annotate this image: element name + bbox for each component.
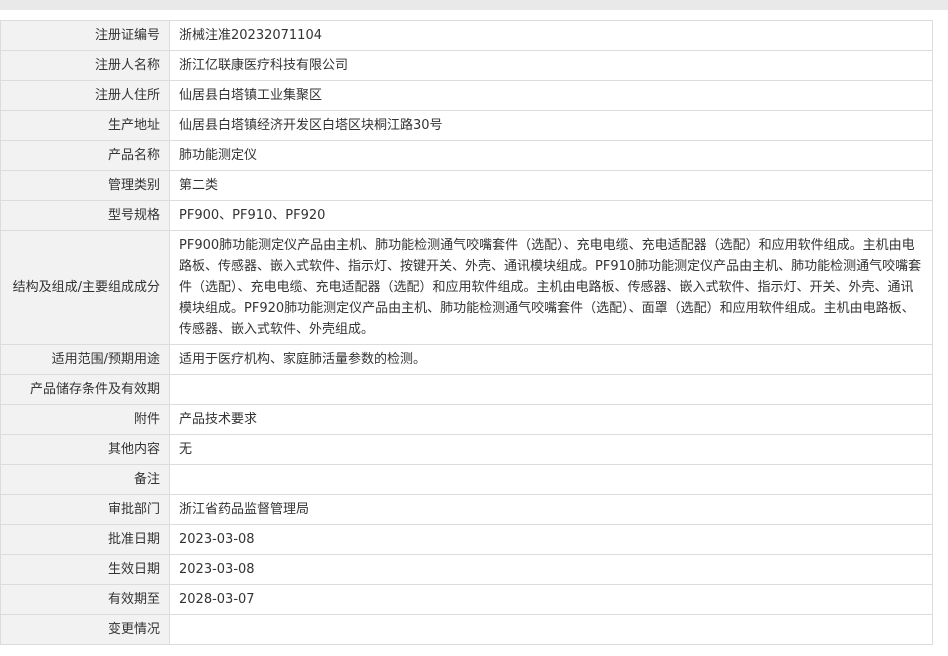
table-row-registration-number: 注册证编号 浙械注准20232071104 [0,20,933,51]
row-value: PF900、PF910、PF920 [169,200,933,231]
table-row-change-status: 变更情况 [0,614,933,645]
row-value: 仙居县白塔镇工业集聚区 [169,80,933,111]
row-value: 适用于医疗机构、家庭肺活量参数的检测。 [169,344,933,375]
row-label: 变更情况 [0,614,170,645]
row-label: 生效日期 [0,554,170,585]
table-row-model-spec: 型号规格 PF900、PF910、PF920 [0,200,933,231]
row-label: 注册人住所 [0,80,170,111]
row-value: 第二类 [169,170,933,201]
table-row-effective-date: 生效日期 2023-03-08 [0,554,933,585]
row-label: 型号规格 [0,200,170,231]
row-label: 适用范围/预期用途 [0,344,170,375]
row-label: 管理类别 [0,170,170,201]
registration-detail-table: 注册证编号 浙械注准20232071104 注册人名称 浙江亿联康医疗科技有限公… [0,20,933,645]
row-label: 产品名称 [0,140,170,171]
top-scroll-area [0,0,948,10]
table-row-structure-composition: 结构及组成/主要组成成分 PF900肺功能测定仪产品由主机、肺功能检测通气咬嘴套… [0,230,933,345]
row-value: 2023-03-08 [169,554,933,585]
row-label: 附件 [0,404,170,435]
row-label: 产品储存条件及有效期 [0,374,170,405]
row-label: 结构及组成/主要组成成分 [0,230,170,345]
table-row-approval-date: 批准日期 2023-03-08 [0,524,933,555]
registration-detail-panel: 注册证编号 浙械注准20232071104 注册人名称 浙江亿联康医疗科技有限公… [0,20,933,645]
table-row-intended-use: 适用范围/预期用途 适用于医疗机构、家庭肺活量参数的检测。 [0,344,933,375]
table-row-registrant-name: 注册人名称 浙江亿联康医疗科技有限公司 [0,50,933,81]
table-row-production-address: 生产地址 仙居县白塔镇经济开发区白塔区块桐江路30号 [0,110,933,141]
row-label: 批准日期 [0,524,170,555]
table-row-attachment: 附件 产品技术要求 [0,404,933,435]
row-value: 肺功能测定仪 [169,140,933,171]
row-label: 注册证编号 [0,20,170,51]
table-row-product-name: 产品名称 肺功能测定仪 [0,140,933,171]
row-value: 仙居县白塔镇经济开发区白塔区块桐江路30号 [169,110,933,141]
row-value: 浙江省药品监督管理局 [169,494,933,525]
table-row-registrant-address: 注册人住所 仙居县白塔镇工业集聚区 [0,80,933,111]
row-value: PF900肺功能测定仪产品由主机、肺功能检测通气咬嘴套件（选配）、充电电缆、充电… [169,230,933,345]
row-value [169,464,933,495]
row-label: 备注 [0,464,170,495]
row-value: 浙江亿联康医疗科技有限公司 [169,50,933,81]
table-row-management-category: 管理类别 第二类 [0,170,933,201]
row-label: 审批部门 [0,494,170,525]
row-value: 浙械注准20232071104 [169,20,933,51]
row-value: 产品技术要求 [169,404,933,435]
row-label: 其他内容 [0,434,170,465]
row-value: 2023-03-08 [169,524,933,555]
row-label: 注册人名称 [0,50,170,81]
row-value [169,374,933,405]
table-row-approval-department: 审批部门 浙江省药品监督管理局 [0,494,933,525]
row-label: 生产地址 [0,110,170,141]
page-right-margin [933,10,948,656]
table-row-storage-validity: 产品储存条件及有效期 [0,374,933,405]
table-row-valid-until: 有效期至 2028-03-07 [0,584,933,615]
row-value [169,614,933,645]
table-row-remarks: 备注 [0,464,933,495]
row-value: 2028-03-07 [169,584,933,615]
table-row-other-content: 其他内容 无 [0,434,933,465]
row-value: 无 [169,434,933,465]
row-label: 有效期至 [0,584,170,615]
